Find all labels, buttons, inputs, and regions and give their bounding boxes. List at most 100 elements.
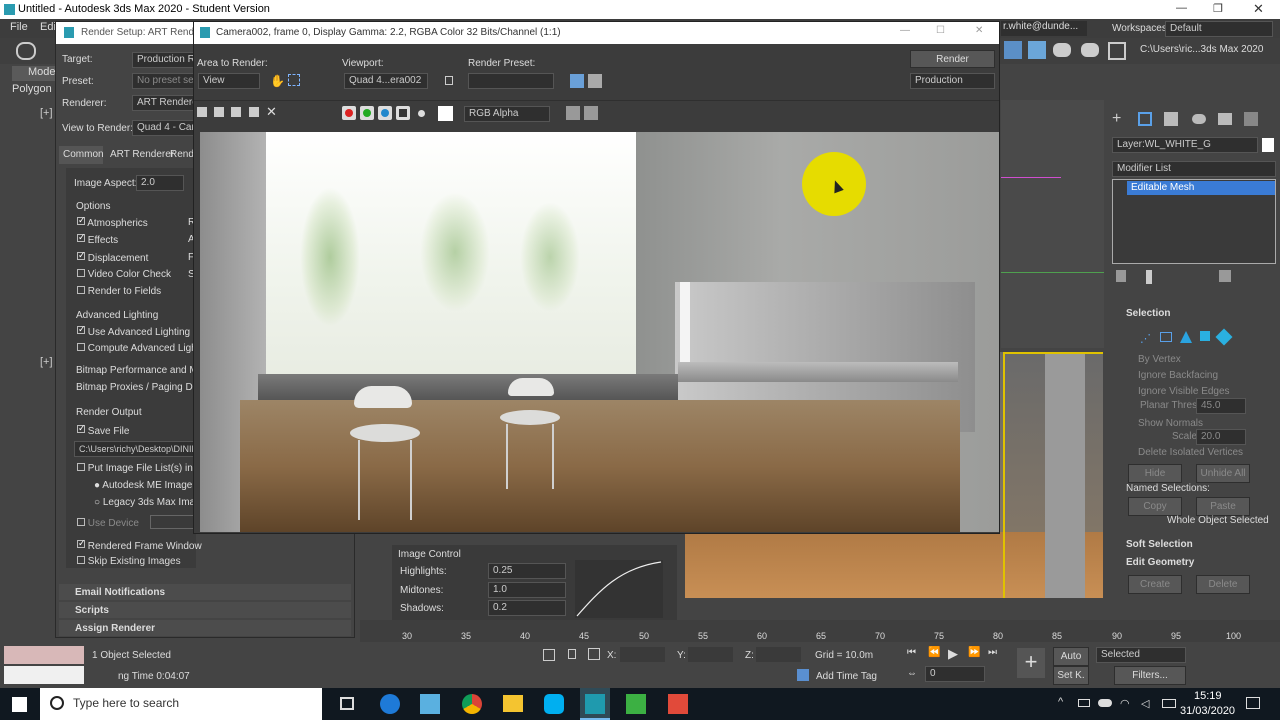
region-icon[interactable] (288, 74, 300, 86)
goto-start-icon[interactable]: ⏮ (907, 647, 916, 658)
modify-tab-icon[interactable] (1138, 112, 1152, 126)
ignore-visible-edges[interactable]: Ignore Visible Edges (1138, 386, 1230, 397)
copy-image-icon[interactable] (214, 107, 224, 117)
autodesk-me-radio[interactable]: ● Autodesk ME Image Se (94, 480, 207, 491)
copy-button[interactable]: Copy (1128, 497, 1182, 516)
create-tab-icon[interactable]: + (1112, 110, 1121, 128)
view-to-render-dropdown[interactable]: Quad 4 - Came (132, 120, 205, 136)
planar-thresh-spinner[interactable]: 45.0 (1196, 398, 1246, 414)
play-icon[interactable]: ▶ (948, 646, 958, 662)
pin-stack-icon[interactable] (1116, 270, 1126, 282)
rollout-assign-renderer[interactable]: Assign Renderer (59, 620, 351, 636)
time-tag-icon[interactable] (797, 669, 809, 681)
monochrome-icon[interactable] (418, 110, 425, 117)
set-key-button[interactable]: Set K. (1053, 666, 1089, 685)
stack-item-editable-mesh[interactable]: Editable Mesh (1127, 181, 1275, 195)
print-icon[interactable] (249, 107, 259, 117)
delete-isolated[interactable]: Delete Isolated Vertices (1138, 447, 1243, 458)
option-video-color-check[interactable]: Video Color Check (77, 269, 171, 280)
cloud-icon[interactable] (1098, 699, 1112, 707)
hide-button[interactable]: Hide (1128, 464, 1182, 483)
environment-icon-btn[interactable] (588, 74, 602, 88)
rendered-image[interactable] (200, 132, 999, 532)
use-device-field[interactable] (150, 515, 194, 529)
camtasia-green-icon[interactable] (626, 694, 646, 714)
clock-time[interactable]: 15:19 (1194, 690, 1222, 702)
goto-end-icon[interactable]: ⏭ (988, 647, 997, 658)
swatch-white[interactable] (438, 106, 453, 121)
object-name-field[interactable]: Layer:WL_WHITE_G (1112, 137, 1258, 153)
search-box[interactable]: Type here to search (40, 688, 322, 720)
current-frame-field[interactable]: 0 (925, 666, 985, 682)
motion-tab-icon[interactable] (1192, 114, 1206, 124)
file-explorer-icon[interactable] (503, 695, 523, 712)
alpha-channel-icon[interactable] (396, 106, 410, 120)
menu-file[interactable]: File (10, 21, 28, 33)
app-icon-blue[interactable] (420, 694, 440, 714)
key-mode-icon[interactable]: ⇔ (907, 668, 917, 679)
clear-icon[interactable]: ✕ (266, 104, 277, 120)
z-field[interactable] (756, 647, 801, 662)
polygon-mode-icon[interactable] (1200, 331, 1210, 341)
option-effects[interactable]: Effects (77, 234, 118, 246)
soft-selection-rollout[interactable]: Soft Selection (1126, 539, 1193, 550)
project-path[interactable]: C:\Users\ric...3ds Max 2020 (1140, 44, 1263, 55)
save-file[interactable]: Save File (77, 425, 129, 437)
absolute-mode-icon[interactable] (588, 648, 600, 660)
display-icon-2[interactable] (584, 106, 598, 120)
delete-button[interactable]: Delete (1196, 575, 1250, 594)
object-color-swatch[interactable] (1262, 138, 1274, 152)
atmospherics-checkbox[interactable] (77, 217, 85, 225)
y-field[interactable] (688, 647, 733, 662)
clock-date[interactable]: 31/03/2020 (1180, 705, 1235, 717)
workspaces-dropdown[interactable]: Default (1165, 21, 1273, 37)
tone-curve-graph[interactable] (575, 560, 663, 618)
edge-icon[interactable] (380, 694, 400, 714)
restore-icon[interactable]: ❐ (1213, 2, 1223, 15)
compute-advanced-lighting-checkbox[interactable] (77, 343, 85, 351)
viewport-label-top[interactable]: [+] (40, 107, 53, 119)
add-time-tag[interactable]: Add Time Tag (816, 671, 877, 682)
auto-key-button[interactable]: Auto (1053, 647, 1089, 666)
legacy-radio[interactable]: ○ Legacy 3ds Max Image (94, 497, 206, 508)
clone-window-icon[interactable] (231, 107, 241, 117)
area-to-render-dropdown[interactable]: View (198, 73, 260, 89)
use-advanced-lighting-checkbox[interactable] (77, 326, 85, 334)
vertex-mode-icon[interactable]: ⋰ (1140, 332, 1151, 345)
keyboard-icon[interactable] (1162, 699, 1176, 708)
option-render-to-fields[interactable]: Render to Fields (77, 286, 161, 297)
utilities-tab-icon[interactable] (1244, 112, 1258, 126)
windows-start-icon[interactable] (12, 697, 27, 712)
filters-button[interactable]: Filters... (1114, 666, 1186, 685)
lock-selection-icon[interactable] (568, 649, 576, 659)
isolate-icon[interactable] (543, 649, 555, 661)
selected-dropdown[interactable]: Selected (1096, 647, 1186, 663)
toolbar-icon-2[interactable] (1028, 41, 1046, 59)
close-icon[interactable]: ✕ (1253, 1, 1264, 17)
volume-icon[interactable]: ◁ (1141, 697, 1149, 710)
model-tab[interactable]: Model (12, 66, 58, 81)
show-end-icon[interactable] (1146, 270, 1152, 284)
viewport-dropdown[interactable]: Quad 4...era002 (344, 73, 428, 89)
element-mode-icon[interactable] (1215, 328, 1233, 346)
top-right-viewport[interactable] (1001, 100, 1104, 348)
unhide-all-button[interactable]: Unhide All (1196, 464, 1250, 483)
battery-icon[interactable] (1078, 699, 1090, 707)
use-advanced-lighting[interactable]: Use Advanced Lighting (77, 326, 190, 338)
shadows-spinner[interactable]: 0.2 (488, 600, 566, 616)
render-button[interactable]: Render (910, 50, 995, 68)
blue-channel-icon[interactable] (378, 106, 392, 120)
highlights-spinner[interactable]: 0.25 (488, 563, 566, 579)
scale-spinner[interactable]: 20.0 (1196, 429, 1246, 445)
toolbar-icon-1[interactable] (1004, 41, 1022, 59)
midtones-spinner[interactable]: 1.0 (488, 582, 566, 598)
ignore-backfacing[interactable]: Ignore Backfacing (1138, 370, 1218, 381)
green-channel-icon[interactable] (360, 106, 374, 120)
save-file-checkbox[interactable] (77, 425, 85, 433)
rw-maximize-icon[interactable]: ☐ (936, 25, 945, 36)
teapot-icon-2[interactable] (1081, 43, 1099, 57)
grid-icon[interactable] (1108, 42, 1126, 60)
displacement-checkbox[interactable] (77, 252, 85, 260)
camtasia-red-icon[interactable] (668, 694, 688, 714)
edit-geometry-rollout[interactable]: Edit Geometry (1126, 557, 1194, 568)
